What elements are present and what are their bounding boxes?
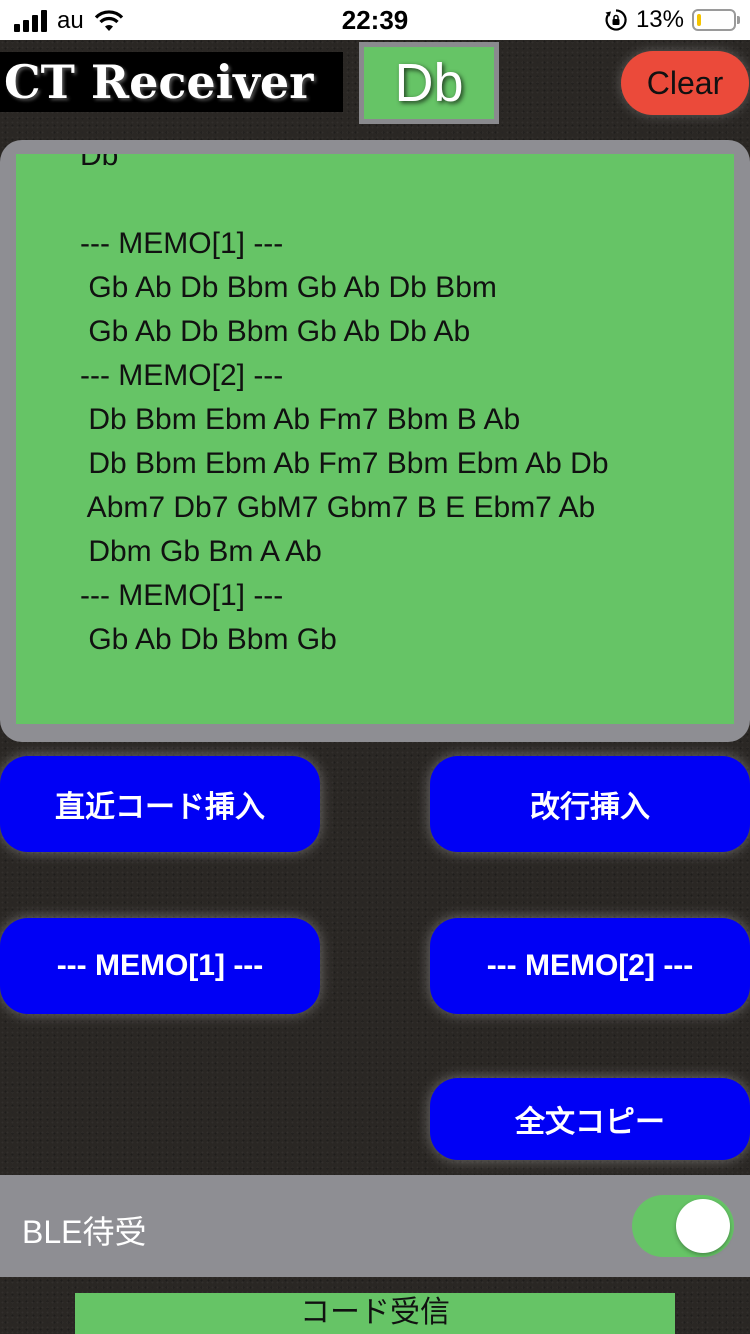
ble-standby-toggle[interactable] [632,1195,734,1257]
battery-icon [692,9,740,31]
chord-text-line: --- MEMO[1] --- [80,579,284,612]
toggle-knob [676,1199,730,1253]
memo1-button[interactable]: --- MEMO[1] --- [0,918,320,1014]
chord-text-line: Db [80,154,119,172]
chord-text-lines: Db --- MEMO[1] --- Gb Ab Db Bbm Gb Ab Db… [80,154,609,662]
chord-text-line: Gb Ab Db Bbm Gb Ab Db Bbm [80,271,497,304]
chord-text-line: Db Bbm Ebm Ab Fm7 Bbm B Ab [80,403,521,436]
app-title: CT Receiver [0,52,343,112]
chord-text-area[interactable]: Db --- MEMO[1] --- Gb Ab Db Bbm Gb Ab Db… [16,154,734,724]
chord-text-line: Gb Ab Db Bbm Gb [80,623,337,656]
current-key-display: Db [359,42,499,124]
chord-text-line: Gb Ab Db Bbm Gb Ab Db Ab [80,315,471,348]
clear-button[interactable]: Clear [621,51,749,115]
insert-newline-button[interactable]: 改行挿入 [430,756,750,852]
status-right: 13% [604,6,740,34]
chord-text-line [80,178,609,222]
ble-standby-label: BLE待受 [22,1214,147,1250]
battery-fill [697,14,701,26]
battery-percent: 13% [635,6,684,33]
insert-recent-chord-button[interactable]: 直近コード挿入 [0,756,320,852]
copy-all-button[interactable]: 全文コピー [430,1078,750,1160]
chord-text-line: Dbm Gb Bm A Ab [80,535,322,568]
memo2-button[interactable]: --- MEMO[2] --- [430,918,750,1014]
chord-text-line: --- MEMO[2] --- [80,359,284,392]
chord-received-indicator: コード受信 [75,1293,675,1334]
status-bar: au 22:39 13% [0,0,750,40]
chord-text-line: --- MEMO[1] --- [80,227,284,260]
chord-text-line: Abm7 Db7 GbM7 Gbm7 B E Ebm7 Ab [80,491,596,524]
chord-text-line: Db Bbm Ebm Ab Fm7 Bbm Ebm Ab Db [80,447,609,480]
rotation-lock-icon [605,9,627,31]
ble-settings-bar: BLE待受 [0,1175,750,1277]
chord-text-frame: Db --- MEMO[1] --- Gb Ab Db Bbm Gb Ab Db… [0,140,750,742]
